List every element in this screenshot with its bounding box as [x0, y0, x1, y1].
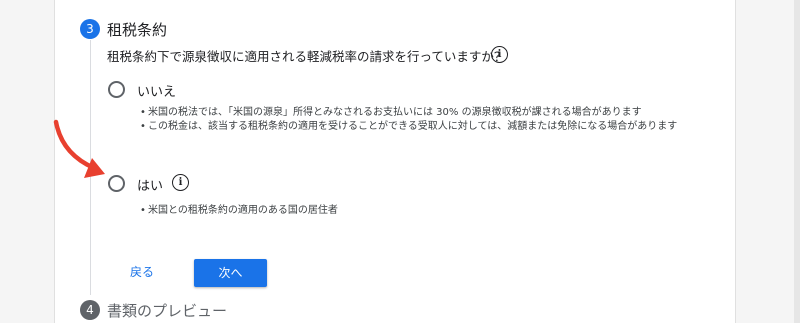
radio-no[interactable]	[108, 81, 125, 98]
step-3-title: 租税条約	[107, 21, 168, 39]
option-yes-bullets: 米国との租税条約の適用のある国の居住者	[140, 204, 338, 218]
next-button[interactable]: 次へ	[194, 259, 267, 287]
step-4-title: 書類のプレビュー	[107, 302, 228, 320]
list-item: 米国との租税条約の適用のある国の居住者	[140, 204, 338, 218]
list-item: 米国の税法では、「米国の源泉」所得とみなされるお支払いには 30% の源泉徴収税…	[140, 106, 677, 120]
list-item: この税金は、該当する租税条約の適用を受けることができる受取人に対しては、減額また…	[140, 120, 677, 134]
radio-yes[interactable]	[108, 175, 125, 192]
back-button[interactable]: 戻る	[130, 263, 154, 280]
option-no-bullets: 米国の税法では、「米国の源泉」所得とみなされるお支払いには 30% の源泉徴収税…	[140, 106, 677, 134]
step-3-number: 3	[80, 19, 100, 39]
info-icon[interactable]: i	[172, 174, 189, 191]
scrollbar-track[interactable]	[794, 0, 800, 323]
option-yes-label[interactable]: はい	[137, 175, 163, 194]
red-arrow-annotation	[53, 119, 105, 178]
option-no-label[interactable]: いいえ	[137, 81, 176, 100]
info-icon[interactable]: i	[491, 46, 508, 63]
treaty-question: 租税条約下で源泉徴収に適用される軽減税率の請求を行っていますか？	[107, 49, 507, 64]
step-4-number: 4	[80, 300, 100, 320]
